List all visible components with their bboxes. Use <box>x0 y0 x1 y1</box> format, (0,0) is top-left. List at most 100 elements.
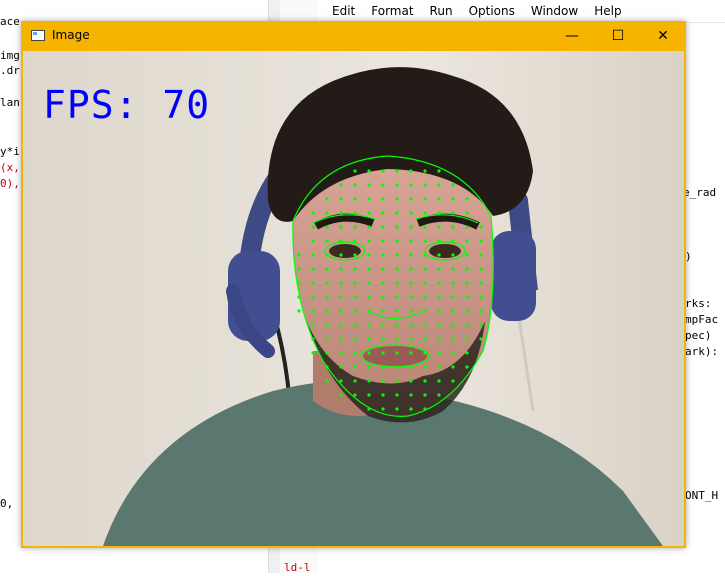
menu-run[interactable]: Run <box>422 4 461 18</box>
mesh-point <box>353 211 357 215</box>
mesh-point <box>465 365 469 369</box>
mesh-point <box>325 379 329 383</box>
mesh-point <box>451 337 455 341</box>
mesh-point <box>437 197 441 201</box>
maximize-icon: ☐ <box>611 28 625 44</box>
mesh-point <box>311 211 315 215</box>
mesh-point <box>395 281 399 285</box>
mesh-point <box>409 323 413 327</box>
mesh-point <box>367 393 371 397</box>
mesh-point <box>395 295 399 299</box>
mesh-point <box>311 253 315 257</box>
mesh-point <box>353 169 357 173</box>
mesh-point <box>437 393 441 397</box>
mesh-point <box>423 225 427 229</box>
mesh-point <box>325 295 329 299</box>
mesh-point <box>353 239 357 243</box>
code-line-r5: pec) <box>685 329 712 342</box>
mesh-point <box>325 281 329 285</box>
mesh-point <box>423 379 427 383</box>
mesh-point <box>367 337 371 341</box>
menu-format[interactable]: Format <box>363 4 421 18</box>
mesh-point <box>353 295 357 299</box>
image-window[interactable]: Image — ☐ ✕ FPS: 70 <box>21 21 686 548</box>
mesh-point <box>409 183 413 187</box>
mesh-point <box>325 253 329 257</box>
mesh-point <box>409 281 413 285</box>
mesh-point <box>437 267 441 271</box>
maximize-button[interactable]: ☐ <box>595 21 641 51</box>
mesh-point <box>367 183 371 187</box>
mesh-point <box>465 337 469 341</box>
mesh-point <box>409 351 413 355</box>
mesh-point <box>339 225 343 229</box>
mesh-point <box>325 267 329 271</box>
mesh-point <box>409 407 413 411</box>
mesh-point <box>409 169 413 173</box>
mesh-point <box>423 295 427 299</box>
mesh-point <box>381 225 385 229</box>
mesh-point <box>381 393 385 397</box>
mesh-point <box>339 239 343 243</box>
mesh-point <box>353 393 357 397</box>
mesh-point <box>465 267 469 271</box>
mesh-point <box>437 337 441 341</box>
menu-options[interactable]: Options <box>461 4 523 18</box>
mesh-point <box>297 253 301 257</box>
mesh-point <box>325 211 329 215</box>
mesh-point <box>339 253 343 257</box>
mesh-point <box>353 309 357 313</box>
minimize-button[interactable]: — <box>549 21 595 51</box>
mesh-point <box>381 239 385 243</box>
mesh-point <box>437 309 441 313</box>
mesh-point <box>381 407 385 411</box>
mesh-point <box>437 351 441 355</box>
mesh-point <box>423 239 427 243</box>
menu-help[interactable]: Help <box>586 4 629 18</box>
mesh-point <box>367 407 371 411</box>
mesh-point <box>451 365 455 369</box>
code-line-r7: ONT_H <box>685 489 719 502</box>
mesh-point <box>395 239 399 243</box>
menu-window[interactable]: Window <box>523 4 586 18</box>
mesh-point <box>479 295 483 299</box>
mesh-point <box>367 323 371 327</box>
mesh-point <box>353 253 357 257</box>
mesh-point <box>465 239 469 243</box>
mesh-point <box>479 225 483 229</box>
mesh-point <box>367 239 371 243</box>
code-line-r4: mpFac <box>685 313 719 326</box>
mesh-point <box>423 253 427 257</box>
window-titlebar[interactable]: Image — ☐ ✕ <box>21 21 686 51</box>
mesh-point <box>423 393 427 397</box>
mesh-point <box>395 253 399 257</box>
mesh-point <box>479 337 483 341</box>
mesh-point <box>311 267 315 271</box>
mesh-point <box>381 211 385 215</box>
mesh-point <box>381 337 385 341</box>
mesh-point <box>437 239 441 243</box>
mesh-point <box>423 309 427 313</box>
mesh-point <box>353 351 357 355</box>
code-line-2: img <box>0 49 20 62</box>
mesh-point <box>311 225 315 229</box>
mesh-point <box>451 295 455 299</box>
camera-frame: FPS: 70 <box>23 51 684 546</box>
mesh-point <box>451 267 455 271</box>
code-line-5: y*i <box>0 145 20 158</box>
mesh-point <box>479 281 483 285</box>
mesh-point <box>353 323 357 327</box>
mesh-point <box>423 281 427 285</box>
mesh-point <box>381 351 385 355</box>
mesh-point <box>395 337 399 341</box>
mesh-point <box>367 365 371 369</box>
mesh-point <box>437 281 441 285</box>
mesh-point <box>353 281 357 285</box>
close-button[interactable]: ✕ <box>640 21 686 51</box>
code-line-r1: e_rad <box>683 186 717 199</box>
menu-edit[interactable]: Edit <box>318 4 363 18</box>
mesh-point <box>409 365 413 369</box>
mesh-point <box>423 323 427 327</box>
mesh-point <box>395 365 399 369</box>
mesh-point <box>339 309 343 313</box>
